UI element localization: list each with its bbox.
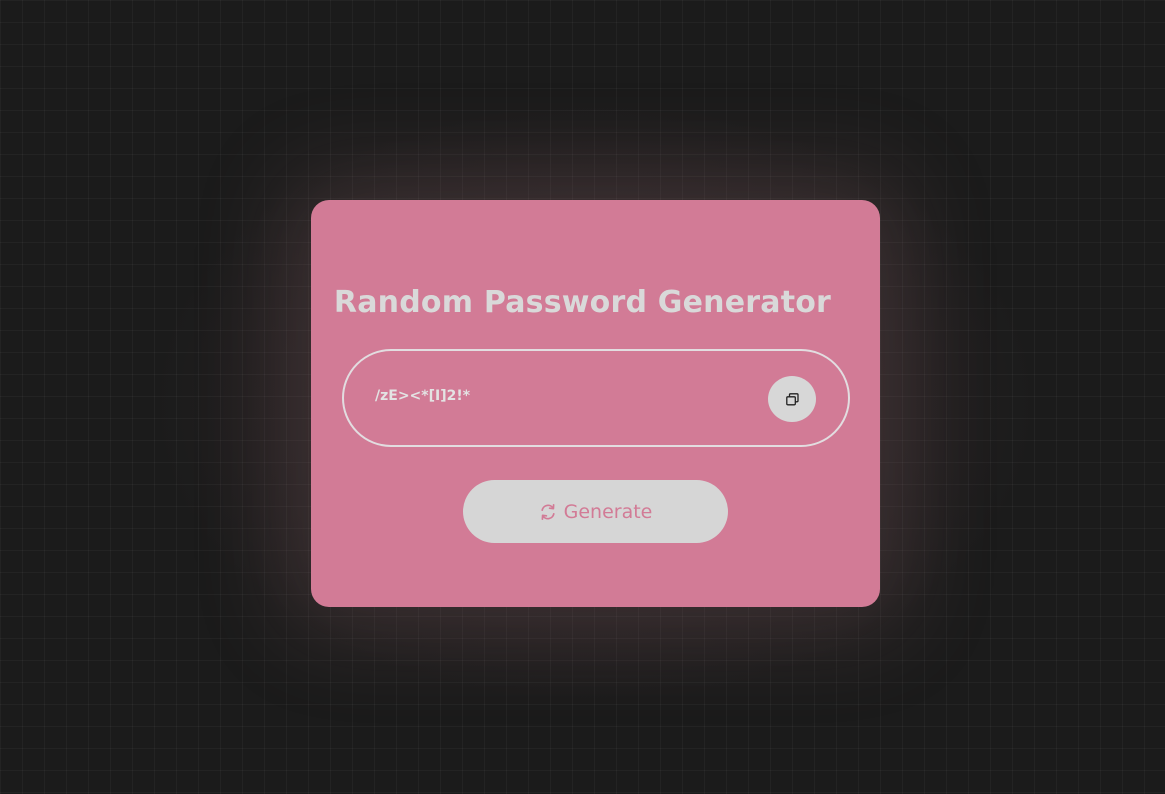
copy-button[interactable] bbox=[768, 376, 816, 422]
copy-icon bbox=[785, 392, 799, 406]
generate-label: Generate bbox=[563, 500, 653, 523]
generate-button[interactable]: Generate bbox=[463, 480, 728, 543]
password-output[interactable] bbox=[375, 388, 735, 404]
refresh-icon bbox=[539, 503, 557, 521]
password-field bbox=[342, 349, 850, 447]
page-title: Random Password Generator bbox=[333, 285, 832, 320]
